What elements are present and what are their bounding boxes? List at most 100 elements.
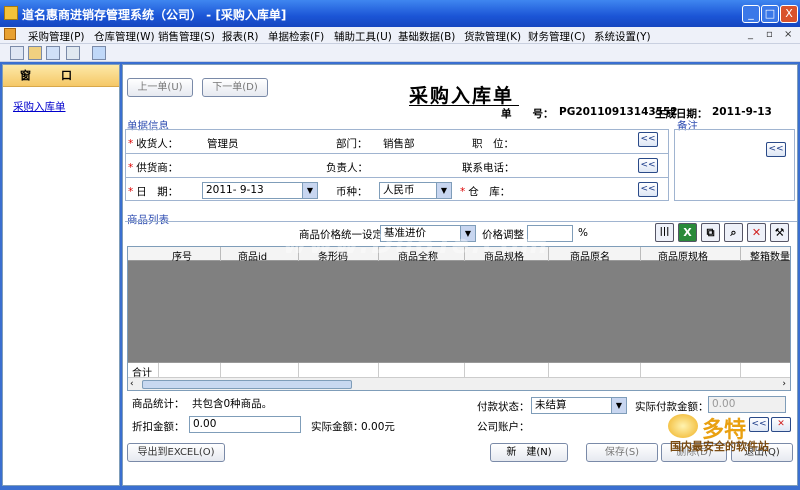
goods-divider <box>125 221 797 222</box>
receiver-value: 管理员 <box>207 138 239 150</box>
date-picker[interactable]: 2011- 9-13 ▼ <box>202 182 318 199</box>
receiver-label: * 收货人： <box>128 138 179 150</box>
col-divider <box>640 363 641 378</box>
pick-receiver-button[interactable]: << <box>638 132 658 147</box>
position-label: 职 位： <box>472 138 514 150</box>
pick-supplier-button[interactable]: << <box>638 158 658 173</box>
app-icon <box>4 6 18 20</box>
search-doc-icon[interactable]: ⌕ <box>724 223 743 242</box>
chevron-down-icon: ▼ <box>302 183 317 198</box>
prev-doc-button[interactable]: 上一单(U) <box>127 78 193 97</box>
manager-label: 负责人： <box>326 162 368 174</box>
actual-pay-input[interactable]: 0.00 <box>708 396 786 413</box>
menu-settings[interactable]: 系统设置(Y) <box>594 29 651 44</box>
export-excel-button[interactable]: 导出到EXCEL(O) <box>127 443 225 462</box>
transfer-icon[interactable] <box>46 46 60 60</box>
window-panel: 窗口 采购入库单 <box>2 64 120 486</box>
date-label: * 日 期： <box>128 186 179 198</box>
goods-grid[interactable]: 序号 商品id 条形码 商品全称 商品规格 商品原名 商品原规格 整箱数量 合计 <box>127 246 791 391</box>
minimize-button[interactable]: _ <box>742 5 760 23</box>
excel-icon[interactable]: X <box>678 223 697 242</box>
mdi-close-button[interactable]: × <box>784 29 792 40</box>
window-title: 道名惠商进销存管理系统（公司） - [采购入库单] <box>22 8 287 22</box>
company-account-label: 公司账户： <box>477 421 530 433</box>
horizontal-scrollbar[interactable]: ‹ › <box>128 377 790 390</box>
col-goods-id[interactable]: 商品id <box>238 248 267 263</box>
menu-payment[interactable]: 货款管理(K) <box>464 29 521 44</box>
col-divider <box>298 363 299 378</box>
menu-report[interactable]: 报表(R) <box>222 29 259 44</box>
app-menu-icon[interactable] <box>4 28 16 40</box>
grid-icon[interactable] <box>92 46 106 60</box>
col-box-qty[interactable]: 整箱数量 <box>750 248 790 263</box>
chevron-down-icon: ▼ <box>611 398 626 413</box>
menu-purchase[interactable]: 采购管理(P) <box>28 29 85 44</box>
section-goods: 商品列表 <box>127 214 169 226</box>
tools-icon[interactable]: ⚒ <box>770 223 789 242</box>
row-divider <box>125 177 669 178</box>
currency-label: 币种： <box>336 186 368 198</box>
menu-basic-data[interactable]: 基础数据(B) <box>398 29 455 44</box>
row-divider <box>125 153 669 154</box>
users-icon[interactable] <box>10 46 24 60</box>
link-purchase-inbound[interactable]: 采购入库单 <box>13 99 66 114</box>
grid-total-row: 合计 <box>128 362 790 379</box>
col-orig-name[interactable]: 商品原名 <box>570 248 610 263</box>
logo-subtitle: 国内最安全的软件站 <box>670 440 769 453</box>
col-divider <box>548 363 549 378</box>
phone-label: 联系电话： <box>462 162 515 174</box>
doc-no-label: 单 号： <box>501 108 554 120</box>
scroll-right-icon[interactable]: › <box>782 379 786 389</box>
scrollbar-thumb[interactable] <box>142 380 352 389</box>
discount-label: 折扣金额： <box>132 421 185 433</box>
dept-label: 部门： <box>336 138 368 150</box>
mdi-minimize-button[interactable]: _ <box>748 29 753 40</box>
col-divider <box>740 363 741 378</box>
currency-select[interactable]: 人民币 ▼ <box>379 182 452 199</box>
pick-warehouse-button[interactable]: << <box>638 182 658 197</box>
chevron-down-icon: ▼ <box>436 183 451 198</box>
col-seq[interactable]: 序号 <box>172 248 192 263</box>
actual-pay-label: 实际付款金额： <box>635 401 709 413</box>
col-orig-spec[interactable]: 商品原规格 <box>658 248 708 263</box>
discount-input[interactable]: 0.00 <box>189 416 301 433</box>
goods-count-label: 商品统计： <box>132 398 185 410</box>
toolbar <box>0 44 800 62</box>
close-button[interactable]: X <box>780 5 798 23</box>
new-button[interactable]: 新 建(N) <box>490 443 568 462</box>
mdi-restore-button[interactable]: ▫ <box>766 29 773 40</box>
actual-amount-value: 0.00元 <box>361 421 395 433</box>
col-divider <box>740 247 741 261</box>
menu-warehouse[interactable]: 仓库管理(W) <box>94 29 155 44</box>
menu-finance[interactable]: 财务管理(C) <box>528 29 586 44</box>
menu-doc-search[interactable]: 单据检索(F) <box>268 29 324 44</box>
delete-row-icon[interactable]: ✕ <box>747 223 766 242</box>
maximize-button[interactable]: □ <box>761 5 779 23</box>
watermark-text: www.DuoTe.com <box>283 230 550 260</box>
folder-icon[interactable] <box>28 46 42 60</box>
form-title: 采购入库单 <box>409 85 515 107</box>
barcode-icon[interactable]: ||| <box>655 223 674 242</box>
logo-star-icon <box>668 414 698 438</box>
pick-note-button[interactable]: << <box>766 142 786 157</box>
menu-bar: 采购管理(P) 仓库管理(W) 销售管理(S) 报表(R) 单据检索(F) 辅助… <box>0 27 800 44</box>
next-doc-button[interactable]: 下一单(D) <box>202 78 268 97</box>
col-divider <box>220 247 221 261</box>
save-button[interactable]: 保存(S) <box>586 443 658 462</box>
dept-value: 销售部 <box>383 138 415 150</box>
col-divider <box>378 363 379 378</box>
menu-sales[interactable]: 销售管理(S) <box>158 29 215 44</box>
pay-status-select[interactable]: 未结算 ▼ <box>531 397 627 414</box>
scroll-left-icon[interactable]: ‹ <box>130 379 134 389</box>
window-panel-header: 窗口 <box>3 65 119 87</box>
goods-count-value: 共包含0种商品。 <box>192 398 273 410</box>
document-icon[interactable] <box>66 46 80 60</box>
actual-amount-label: 实际金额： <box>311 421 364 433</box>
menu-tools[interactable]: 辅助工具(U) <box>334 29 392 44</box>
col-divider <box>640 247 641 261</box>
supplier-label: * 供货商： <box>128 162 179 174</box>
percent-label: % <box>578 227 588 239</box>
site-logo: 多特 国内最安全的软件站 <box>664 414 796 470</box>
warehouse-label: * 仓 库： <box>460 186 511 198</box>
copy-icon[interactable]: ⧉ <box>701 223 720 242</box>
